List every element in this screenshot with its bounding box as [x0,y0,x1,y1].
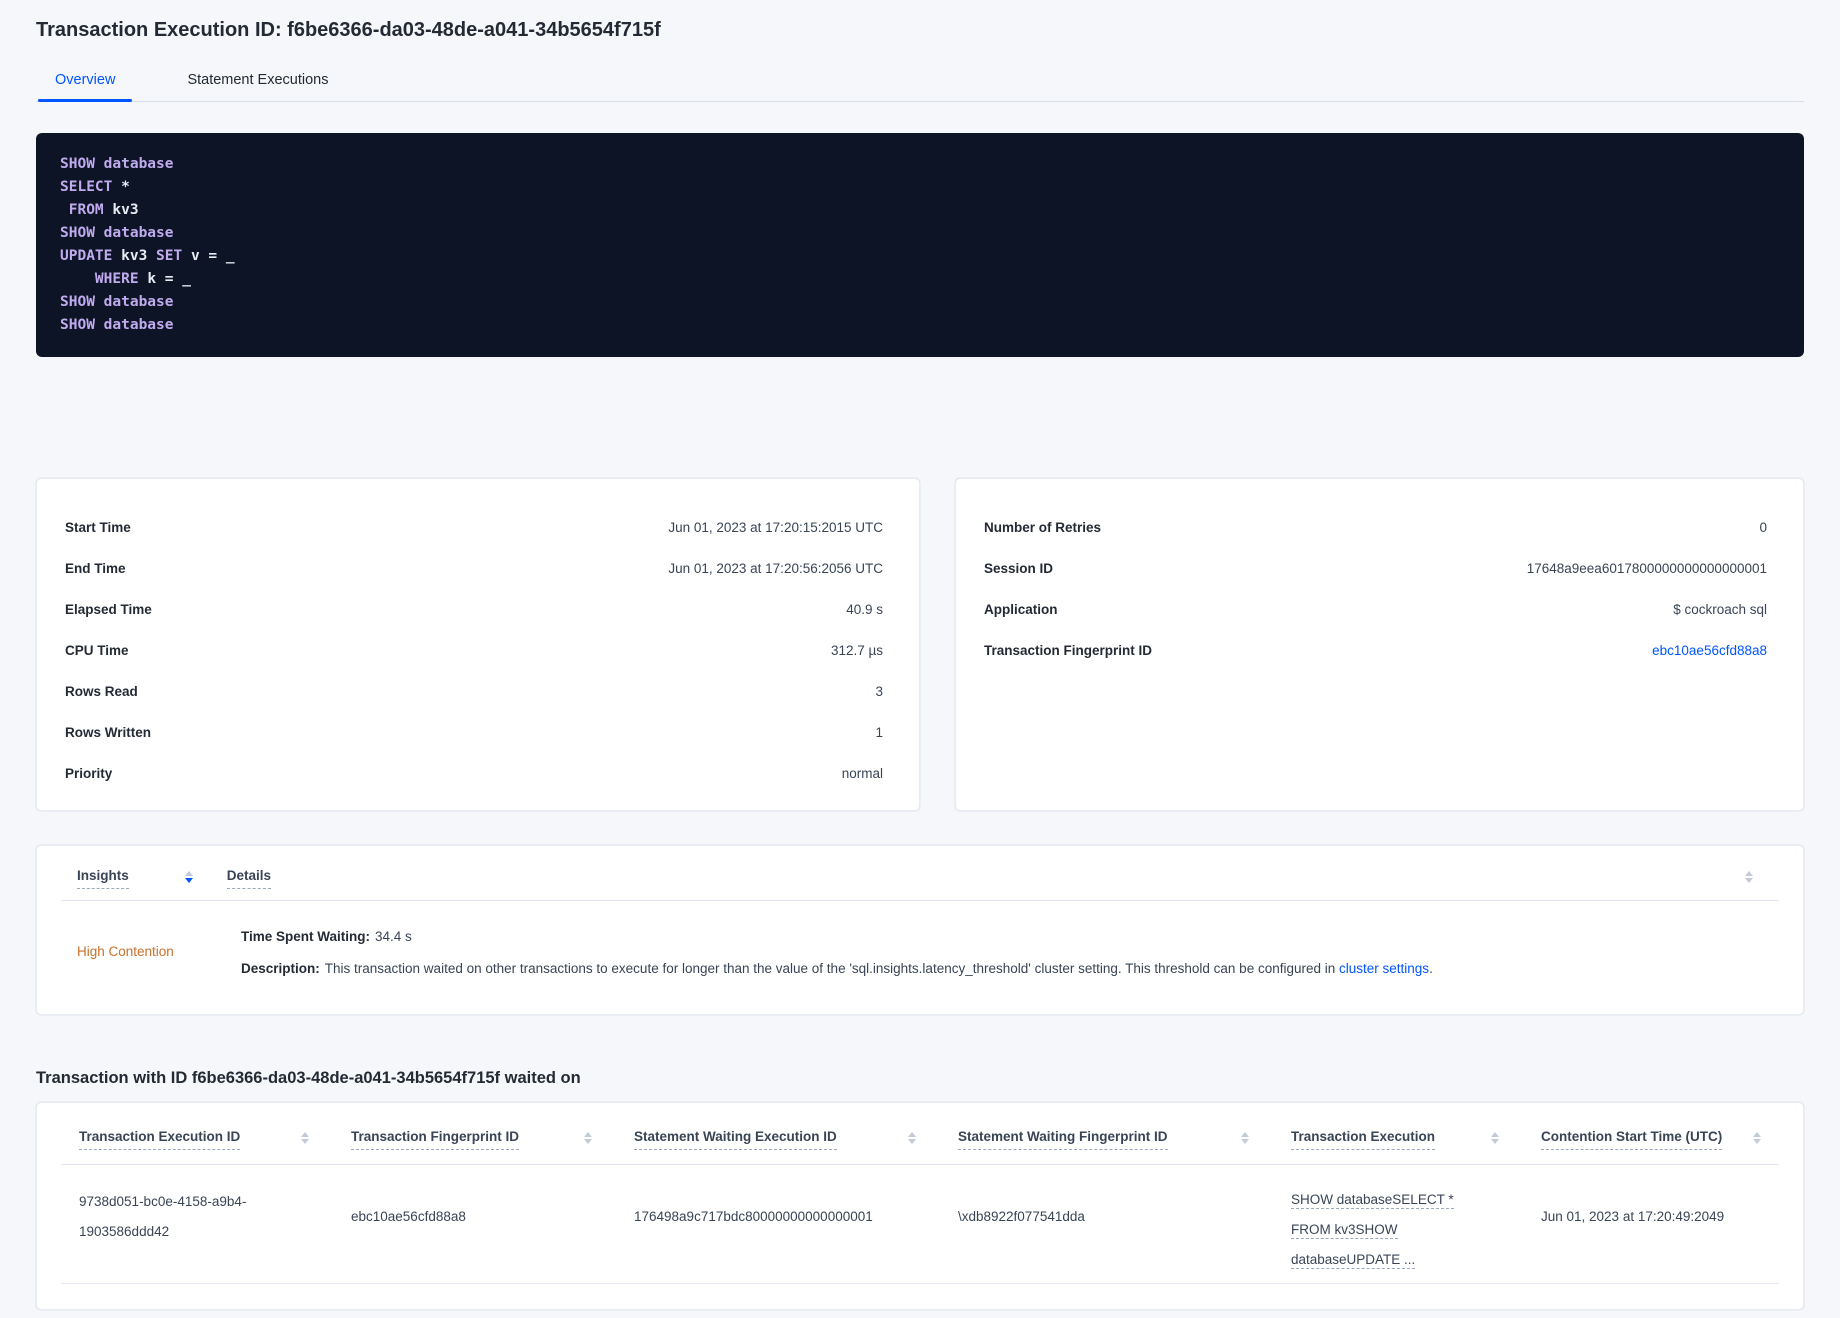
insights-column-header[interactable]: Insights [77,868,129,889]
sort-icon[interactable] [1491,1132,1499,1144]
summary-label: Rows Read [65,684,138,699]
sort-icon[interactable] [1753,1132,1761,1144]
elapsed-time-value: 40.9 s [846,602,883,617]
session-summary-card: Number of Retries 0 Session ID 17648a9ee… [955,478,1804,811]
rows-written-value: 1 [875,725,883,740]
sort-icon[interactable] [301,1132,309,1144]
column-label[interactable]: Transaction Fingerprint ID [351,1129,520,1150]
sort-icon[interactable] [184,871,193,883]
retries-value: 0 [1759,520,1767,535]
column-header-statement-waiting-fingerprint-id: Statement Waiting Fingerprint ID [958,1129,1291,1150]
session-id-value: 17648a9eea6017800000000000000001 [1526,561,1767,576]
tab-statement-executions[interactable]: Statement Executions [170,72,345,101]
page-title: Transaction Execution ID: f6be6366-da03-… [36,19,661,41]
details-column-header[interactable]: Details [226,868,272,889]
insight-row: High Contention Time Spent Waiting: 34.4 … [37,901,1803,979]
summary-label: End Time [65,561,126,576]
column-label[interactable]: Statement Waiting Fingerprint ID [958,1129,1168,1150]
insights-table-card: Insights Details High Contention Time Sp… [36,845,1804,1015]
summary-row: CPU Time 312.7 µs [65,630,883,671]
cell-statement-waiting-fingerprint-id: \xdb8922f077541dda [958,1209,1085,1224]
summary-row: Transaction Fingerprint ID ebc10ae56cfd8… [984,630,1767,671]
summary-row: Start Time Jun 01, 2023 at 17:20:15:2015… [65,507,883,548]
tab-overview-label: Overview [55,72,116,88]
summary-row: Elapsed Time 40.9 s [65,589,883,630]
sort-icon[interactable] [584,1132,592,1144]
waited-on-table-card: Transaction Execution ID Transaction Fin… [36,1102,1804,1310]
column-header-transaction-fingerprint-id: Transaction Fingerprint ID [351,1129,634,1150]
column-label[interactable]: Statement Waiting Execution ID [634,1129,837,1150]
table-row: 9738d051-bc0e-4158-a9b4-1903586ddd42 ebc… [37,1165,1803,1275]
column-header-transaction-execution: Transaction Execution [1291,1129,1541,1150]
sort-icon[interactable] [908,1132,916,1144]
tab-statement-executions-label: Statement Executions [187,72,329,88]
divider [61,1283,1779,1284]
cell-transaction-execution-id: 9738d051-bc0e-4158-a9b4-1903586ddd42 [79,1194,247,1239]
description-end: . [1429,961,1433,976]
waiting-value: 34.4 s [375,929,412,944]
insight-details: Time Spent Waiting: 34.4 s Description: Th… [241,927,1433,979]
waited-on-heading: Transaction with ID f6be6366-da03-48de-a… [36,1069,581,1087]
summary-cards-row: Start Time Jun 01, 2023 at 17:20:15:2015… [36,478,1804,811]
cluster-settings-link[interactable]: cluster settings [1339,961,1429,976]
end-time-value: Jun 01, 2023 at 17:20:56:2056 UTC [668,561,883,576]
summary-row: Number of Retries 0 [984,507,1767,548]
transaction-fingerprint-link[interactable]: ebc10ae56cfd88a8 [1652,643,1767,658]
summary-row: Rows Read 3 [65,671,883,712]
summary-label: Elapsed Time [65,602,152,617]
summary-row: Rows Written 1 [65,712,883,753]
column-header-transaction-execution-id: Transaction Execution ID [79,1129,351,1150]
summary-row: Session ID 17648a9eea6017800000000000000… [984,548,1767,589]
start-time-value: Jun 01, 2023 at 17:20:15:2015 UTC [668,520,883,535]
tab-overview[interactable]: Overview [38,72,133,102]
priority-value: normal [841,766,883,781]
column-label[interactable]: Contention Start Time (UTC) [1541,1129,1723,1150]
summary-label: Transaction Fingerprint ID [984,643,1153,658]
cell-transaction-execution-link[interactable]: SHOW databaseSELECT * FROM kv3SHOW datab… [1291,1185,1541,1275]
summary-label: Application [984,602,1058,617]
statement-link-line[interactable]: databaseUPDATE ... [1291,1252,1416,1269]
sort-icon[interactable] [1745,871,1753,883]
summary-label: Priority [65,766,113,781]
description-label: Description: [241,961,320,976]
tab-bar: Overview Statement Executions [36,72,1804,102]
cell-contention-start-time: Jun 01, 2023 at 17:20:49:2049 [1541,1209,1725,1224]
sql-statements-box: SHOW database SELECT * FROM kv3 SHOW datab… [36,133,1804,357]
insight-description: Description: This transaction waited on o… [241,959,1433,979]
waiting-label: Time Spent Waiting: [241,929,371,944]
cell-statement-waiting-execution-id: 176498a9c717bdc80000000000000001 [634,1209,873,1224]
summary-label: Number of Retries [984,520,1102,535]
cell-transaction-fingerprint-id: ebc10ae56cfd88a8 [351,1209,466,1224]
summary-row: End Time Jun 01, 2023 at 17:20:56:2056 U… [65,548,883,589]
summary-label: CPU Time [65,643,129,658]
summary-label: Rows Written [65,725,152,740]
column-header-statement-waiting-execution-id: Statement Waiting Execution ID [634,1129,958,1150]
summary-label: Session ID [984,561,1054,576]
summary-label: Start Time [65,520,131,535]
column-label[interactable]: Transaction Execution [1291,1129,1436,1150]
summary-row: Priority normal [65,753,883,794]
description-text: This transaction waited on other transac… [324,961,1340,976]
application-value: $ cockroach sql [1673,602,1767,617]
time-spent-waiting: Time Spent Waiting: 34.4 s [241,927,1433,947]
waited-on-table-header: Transaction Execution ID Transaction Fin… [37,1103,1803,1150]
statement-link-line[interactable]: FROM kv3SHOW [1291,1222,1398,1239]
insights-table-header: Insights Details [37,846,1803,889]
summary-row: Application $ cockroach sql [984,589,1767,630]
column-header-contention-start-time: Contention Start Time (UTC) [1541,1129,1803,1150]
cpu-time-value: 312.7 µs [830,643,883,658]
timing-summary-card: Start Time Jun 01, 2023 at 17:20:15:2015… [36,478,920,811]
column-label[interactable]: Transaction Execution ID [79,1129,241,1150]
rows-read-value: 3 [875,684,883,699]
statement-link-line[interactable]: SHOW databaseSELECT * [1291,1192,1454,1209]
insight-badge: High Contention [77,944,174,959]
transaction-details-page: Transaction Execution ID: f6be6366-da03-… [0,0,1840,1310]
sort-icon[interactable] [1241,1132,1249,1144]
